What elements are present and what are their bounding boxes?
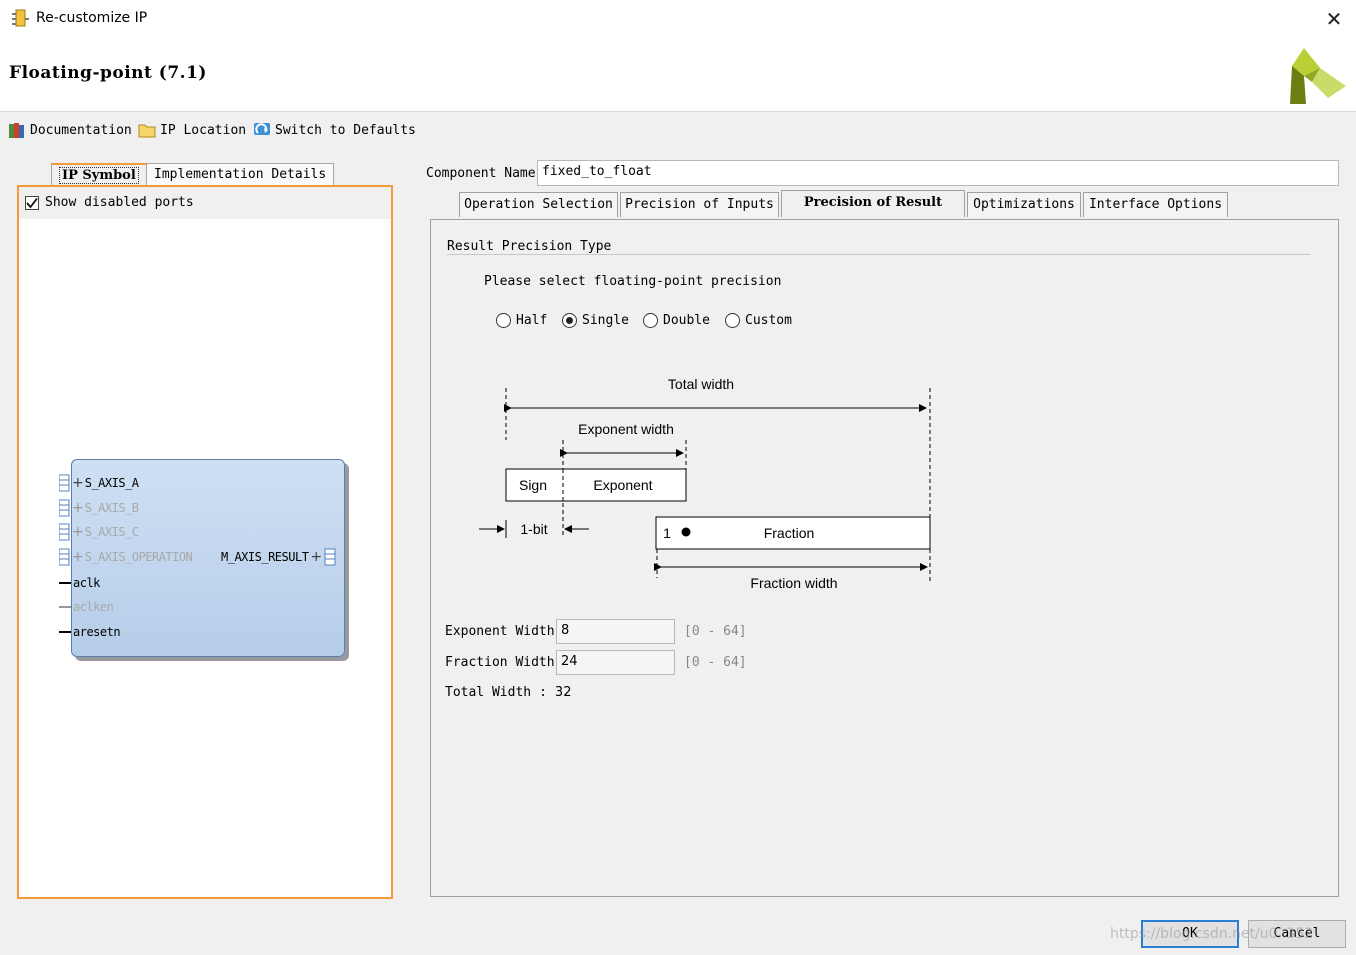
ip-location-button[interactable]: IP Location (138, 119, 246, 141)
port-s-axis-b[interactable]: + S_AXIS_B (59, 499, 139, 517)
documentation-button[interactable]: Documentation (8, 119, 132, 141)
tab-precision-of-result[interactable]: Precision of Result (781, 190, 965, 217)
fraction-width-input[interactable]: 24 (556, 650, 675, 675)
tab-precision-of-inputs[interactable]: Precision of Inputs (620, 192, 779, 217)
port-aclken[interactable]: aclken (59, 600, 114, 614)
pin-icon (59, 582, 71, 584)
folder-icon (138, 124, 156, 138)
check-icon (26, 197, 38, 208)
group-title: Result Precision Type (447, 239, 612, 254)
close-button[interactable]: ✕ (1320, 6, 1348, 32)
floating-point-format-diagram: Total width Exponent width Sign Exponent… (479, 376, 931, 591)
group-divider (447, 254, 1310, 255)
show-disabled-ports-label: Show disabled ports (45, 195, 194, 210)
plus-icon: + (72, 475, 84, 491)
radio-label: Single (582, 313, 629, 328)
port-m-axis-result[interactable]: M_AXIS_RESULT + (221, 548, 336, 566)
total-width-value: 32 (554, 685, 572, 700)
port-label: S_AXIS_C (84, 525, 139, 539)
plus-icon: + (310, 549, 323, 565)
plus-icon: + (72, 549, 84, 565)
exponent-label: Exponent (593, 477, 652, 493)
radio-circle (725, 313, 740, 328)
exponent-width-range: [0 - 64] (684, 624, 747, 639)
tab-ip-symbol[interactable]: IP Symbol (51, 163, 147, 186)
ip-icon (12, 9, 29, 27)
port-label: S_AXIS_OPERATION (84, 550, 193, 564)
one-bit-label: 1-bit (520, 521, 547, 537)
pin-icon (59, 606, 71, 608)
fraction-width-label: Fraction width (750, 575, 837, 591)
total-width-separator: : (539, 685, 547, 700)
port-label: S_AXIS_B (84, 501, 139, 515)
precision-prompt: Please select floating-point precision (484, 274, 782, 289)
tab-impl-details-label: Implementation Details (154, 167, 327, 182)
port-s-axis-operation[interactable]: + S_AXIS_OPERATION (59, 548, 193, 566)
radio-half[interactable]: Half (496, 313, 547, 328)
sign-label: Sign (519, 477, 547, 493)
component-name-input[interactable]: fixed_to_float (537, 160, 1339, 186)
window-title: Re-customize IP (36, 10, 148, 26)
port-label: S_AXIS_A (84, 476, 139, 490)
documentation-label: Documentation (30, 122, 132, 138)
bus-interface-icon (59, 548, 70, 566)
tab-optimizations[interactable]: Optimizations (967, 192, 1081, 217)
dialog-header: Floating-point (7.1) (0, 38, 1356, 112)
binary-point-dot (681, 527, 691, 537)
pin-icon (59, 631, 71, 633)
plus-icon: + (72, 500, 84, 516)
implicit-one-label: 1 (663, 525, 671, 541)
precision-of-result-page: Result Precision Type Please select floa… (430, 219, 1339, 897)
xilinx-logo-icon (1290, 48, 1346, 104)
exponent-width-field-label: Exponent Width (445, 624, 555, 639)
component-name-label: Component Name (426, 166, 536, 181)
radio-circle-selected (562, 313, 577, 328)
port-s-axis-c[interactable]: + S_AXIS_C (59, 523, 139, 541)
total-width-row: Total Width : 32 (445, 685, 571, 700)
port-s-axis-a[interactable]: + S_AXIS_A (59, 474, 139, 492)
radio-circle (643, 313, 658, 328)
bus-interface-icon (59, 499, 70, 517)
port-label: aclken (73, 600, 114, 614)
switch-to-defaults-label: Switch to Defaults (275, 122, 416, 138)
ip-location-label: IP Location (160, 122, 247, 138)
fraction-width-field-label: Fraction Width (445, 655, 555, 670)
checkbox-box (25, 195, 39, 210)
radio-label: Double (663, 313, 710, 328)
exponent-width-label: Exponent width (578, 421, 674, 437)
refresh-icon (254, 123, 270, 135)
ip-title: Floating-point (7.1) (9, 63, 207, 83)
fraction-label: Fraction (764, 525, 815, 541)
tab-interface-options[interactable]: Interface Options (1083, 192, 1228, 217)
radio-double[interactable]: Double (643, 313, 710, 328)
port-aresetn[interactable]: aresetn (59, 625, 121, 639)
tab-implementation-details[interactable]: Implementation Details (146, 163, 335, 186)
radio-label: Custom (745, 313, 792, 328)
switch-to-defaults-button[interactable]: Switch to Defaults (253, 119, 416, 141)
plus-icon: + (72, 524, 84, 540)
exponent-width-input[interactable]: 8 (556, 619, 675, 644)
port-label: aclk (73, 576, 100, 590)
tab-ip-symbol-label: IP Symbol (59, 167, 139, 184)
books-icon (9, 123, 24, 138)
show-disabled-ports-checkbox[interactable]: Show disabled ports (25, 195, 194, 210)
radio-label: Half (516, 313, 548, 328)
port-aclk[interactable]: aclk (59, 576, 100, 590)
radio-single[interactable]: Single (562, 313, 629, 328)
watermark-text: https://blog.csdn.net/u0..352 (1110, 926, 1314, 942)
symbol-options-bar: Show disabled ports (19, 187, 391, 219)
port-label: M_AXIS_RESULT (221, 550, 309, 564)
fraction-width-range: [0 - 64] (684, 655, 747, 670)
port-label: aresetn (73, 625, 121, 639)
radio-custom[interactable]: Custom (725, 313, 792, 328)
total-width-label: Total width (668, 376, 734, 392)
title-bar: Re-customize IP ✕ (0, 0, 1356, 38)
total-width-field-label: Total Width (445, 685, 532, 700)
bus-interface-icon (59, 523, 70, 541)
bus-interface-icon (324, 548, 336, 566)
bus-interface-icon (59, 474, 70, 492)
radio-circle (496, 313, 511, 328)
tab-operation-selection[interactable]: Operation Selection (459, 192, 618, 217)
ip-symbol-panel: Show disabled ports + S_AXIS_A + S_AXIS_… (17, 185, 393, 899)
